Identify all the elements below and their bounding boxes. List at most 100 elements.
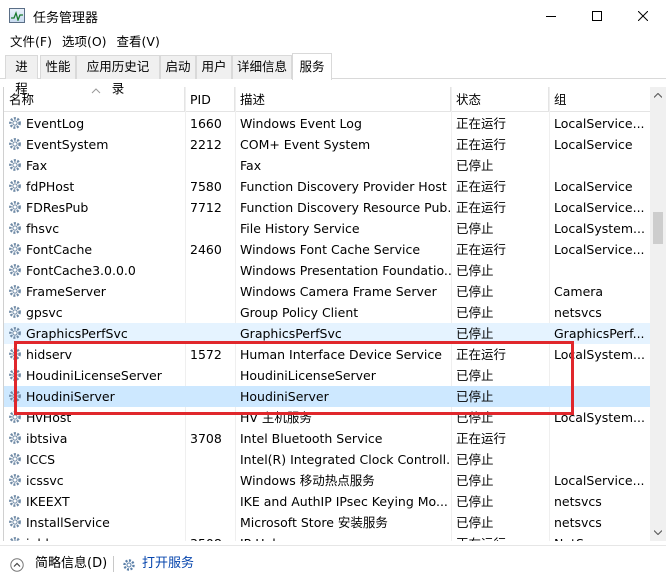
- service-status: 已停止: [456, 263, 494, 278]
- tab-startup[interactable]: 启动: [160, 55, 196, 79]
- table-row[interactable]: fdPHost 7580 Function Discovery Provider H…: [4, 176, 650, 197]
- service-description: File History Service: [240, 221, 360, 236]
- table-row[interactable]: EventSystem 2212 COM+ Event System 正在运行 Loca…: [4, 134, 650, 155]
- table-row[interactable]: FontCache 2460 Windows Font Cache Service 正…: [4, 239, 650, 260]
- minimize-button[interactable]: [528, 0, 574, 32]
- service-name-label: fhsvc: [26, 221, 60, 236]
- status-bar: 简略信息(D) 打开服务: [0, 545, 666, 581]
- service-description: Windows Event Log: [240, 116, 362, 131]
- table-row[interactable]: FontCache3.0.0.0 Windows Presentation Fou…: [4, 260, 650, 281]
- title-bar: 任务管理器: [0, 0, 666, 32]
- service-gear-icon: [9, 327, 21, 339]
- service-gear-icon: [9, 117, 21, 129]
- service-gear-icon: [9, 201, 21, 213]
- open-services-link[interactable]: 打开服务: [142, 554, 194, 574]
- service-gear-icon: [9, 537, 21, 541]
- service-group: [549, 155, 650, 176]
- service-pid: [185, 470, 235, 491]
- service-gear-icon: [9, 453, 21, 465]
- service-name-label: ibtsiva: [26, 431, 68, 446]
- service-name-label: IKEEXT: [26, 494, 70, 509]
- service-pid: [185, 260, 235, 281]
- tab-users[interactable]: 用户: [196, 55, 232, 79]
- service-description: Windows Font Cache Service: [240, 242, 421, 257]
- menu-options[interactable]: 选项(O): [57, 32, 112, 52]
- service-name: gpsvc: [4, 302, 185, 323]
- service-name: fdPHost: [4, 176, 185, 197]
- table-row[interactable]: EventLog 1660 Windows Event Log 正在运行 LocalSe…: [4, 113, 650, 134]
- tab-details[interactable]: 详细信息: [232, 55, 292, 79]
- service-name-label: Fax: [26, 158, 48, 173]
- scroll-down-icon[interactable]: [650, 524, 666, 541]
- service-pid: [185, 218, 235, 239]
- tab-performance[interactable]: 性能: [40, 55, 76, 79]
- column-header-name[interactable]: 名称: [4, 87, 185, 112]
- service-pid: [185, 512, 235, 533]
- service-status: 正在运行: [456, 431, 507, 446]
- service-description: Function Discovery Provider Host: [240, 179, 447, 194]
- vertical-scrollbar[interactable]: [650, 87, 666, 541]
- service-group: NetSvcs: [549, 533, 650, 541]
- service-gear-icon: [9, 222, 21, 234]
- table-row[interactable]: ICCS Intel(R) Integrated Clock Controll..…: [4, 449, 650, 470]
- maximize-button[interactable]: [574, 0, 620, 32]
- table-header: 名称 PID 描述 状态 组: [4, 87, 650, 112]
- service-name: icssvc: [4, 470, 185, 491]
- service-pid: [185, 281, 235, 302]
- tab-services[interactable]: 服务: [292, 53, 332, 80]
- service-gear-icon: [9, 285, 21, 297]
- service-name: iphlpsvc: [4, 533, 185, 541]
- service-description: Windows Presentation Foundatio...: [240, 263, 451, 278]
- column-header-group[interactable]: 组: [549, 87, 650, 112]
- table-row[interactable]: iphlpsvc 3508IP Helper正在运行NetSvcs: [4, 533, 650, 541]
- table-row[interactable]: InstallService Microsoft Store 安装服务 已停止 net…: [4, 512, 650, 533]
- service-pid: 3508: [185, 533, 235, 541]
- menu-bar: 文件(F) 选项(O) 查看(V): [0, 32, 666, 52]
- service-name: FontCache: [4, 239, 185, 260]
- service-status: 已停止: [456, 473, 494, 488]
- service-description: Windows Camera Frame Server: [240, 284, 437, 299]
- column-header-description[interactable]: 描述: [235, 87, 451, 112]
- table-row[interactable]: IKEEXT IKE and AuthIP IPsec Keying Mo... 已…: [4, 491, 650, 512]
- service-description: IP Helper: [235, 533, 451, 541]
- menu-view[interactable]: 查看(V): [112, 32, 165, 52]
- service-name: FontCache3.0.0.0: [4, 260, 185, 281]
- table-row[interactable]: gpsvc Group Policy Client 已停止 netsvcs: [4, 302, 650, 323]
- scrollbar-thumb[interactable]: [653, 212, 663, 244]
- fewer-details-link[interactable]: 简略信息(D): [35, 554, 107, 574]
- tab-processes[interactable]: 进程: [5, 55, 38, 96]
- table-row[interactable]: FDResPub 7712 Function Discovery Resource …: [4, 197, 650, 218]
- service-group: LocalService: [554, 137, 633, 152]
- service-description: Fax: [240, 158, 262, 173]
- service-name-label: FontCache: [26, 242, 93, 257]
- menu-file[interactable]: 文件(F): [5, 32, 57, 52]
- service-group: netsvcs: [554, 494, 602, 509]
- table-row[interactable]: icssvc Windows 移动热点服务 已停止 LocalService...: [4, 470, 650, 491]
- service-pid: 7712: [190, 200, 222, 215]
- service-name-label: ICCS: [26, 452, 56, 467]
- table-row[interactable]: fhsvc File History Service 已停止 LocalSystem.…: [4, 218, 650, 239]
- service-status: 正在运行: [456, 242, 507, 257]
- column-header-status[interactable]: 状态: [451, 87, 549, 112]
- scroll-up-icon[interactable]: [650, 87, 666, 104]
- service-name-label: fdPHost: [26, 179, 75, 194]
- column-header-pid[interactable]: PID: [185, 87, 235, 112]
- service-name: FDResPub: [4, 197, 185, 218]
- highlight-box: [14, 341, 574, 415]
- service-group: netsvcs: [554, 305, 602, 320]
- service-name-label: FontCache3.0.0.0: [26, 263, 136, 278]
- service-gear-icon: [9, 243, 21, 255]
- service-name: ICCS: [4, 449, 185, 470]
- service-status: 已停止: [456, 221, 494, 236]
- tab-app-history[interactable]: 应用历史记录: [76, 55, 160, 96]
- service-status: 已停止: [456, 284, 494, 299]
- service-name: EventLog: [4, 113, 185, 134]
- collapse-chevron-icon[interactable]: [10, 558, 24, 572]
- table-row[interactable]: FrameServer Windows Camera Frame Server 已停…: [4, 281, 650, 302]
- table-row[interactable]: ibtsiva 3708 Intel Bluetooth Service 正在运行: [4, 428, 650, 449]
- table-row[interactable]: Fax Fax 已停止: [4, 155, 650, 176]
- close-button[interactable]: [620, 0, 666, 32]
- service-pid: [185, 155, 235, 176]
- service-group: Camera: [554, 284, 604, 299]
- service-gear-icon: [9, 474, 21, 486]
